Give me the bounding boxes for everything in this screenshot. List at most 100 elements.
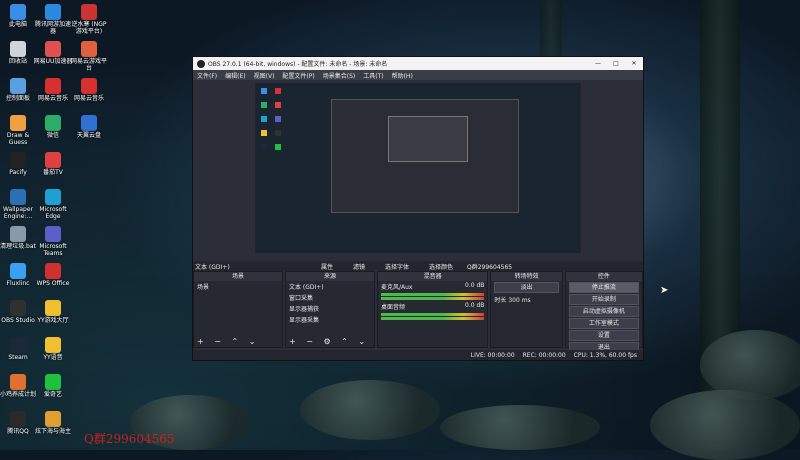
volume-meter	[380, 293, 485, 296]
source-controls[interactable]: + − ⚙ ⌃ ⌄	[289, 337, 369, 346]
desktop-icon[interactable]: 网易云游戏平台	[69, 41, 109, 72]
rock	[440, 405, 600, 450]
maximize-icon[interactable]: □	[607, 60, 625, 67]
desktop-icon[interactable]: 天翼云盘	[69, 115, 109, 139]
obs-preview[interactable]	[255, 83, 581, 253]
app-icon	[10, 41, 26, 57]
volume-meter	[380, 317, 485, 320]
app-icon	[10, 300, 26, 316]
obs-titlebar[interactable]: OBS 27.0.1 (64-bit, windows) - 配置文件: 未命名…	[193, 57, 643, 70]
menu-item[interactable]: 配置文件(P)	[282, 71, 314, 80]
transition-select[interactable]: 淡出	[494, 282, 559, 293]
menu-item[interactable]: 工具(T)	[363, 71, 383, 80]
app-icon	[10, 411, 26, 427]
desktop-icon[interactable]: YY语音	[33, 337, 73, 361]
desktop-icon[interactable]: 网易云音乐	[69, 78, 109, 102]
qq-group-watermark: Q群299604565	[84, 432, 175, 446]
source-toolbar: 文本 (GDI+) 属性 滤镜 选择字体 选择颜色 Q群299604565	[193, 261, 643, 271]
scenes-title: 场景	[194, 272, 282, 281]
preview-desktop-icons	[257, 85, 293, 155]
filters-button[interactable]: 滤镜	[353, 262, 365, 271]
transitions-title: 转场特效	[491, 272, 562, 281]
app-icon	[45, 4, 61, 20]
desktop-icon[interactable]: 爱奇艺	[33, 374, 73, 398]
mixer-title: 混音器	[377, 272, 488, 281]
settings-button[interactable]: 设置	[568, 330, 640, 341]
close-icon[interactable]: ✕	[625, 60, 643, 67]
minimize-icon[interactable]: —	[589, 60, 607, 67]
desktop-icon[interactable]: YY游戏大厅	[33, 300, 73, 324]
app-icon	[45, 226, 61, 242]
menu-item[interactable]: 编辑(E)	[225, 71, 245, 80]
desktop-icon-label: 微信	[46, 132, 59, 139]
desktop-icon[interactable]: Microsoft Teams	[33, 226, 73, 257]
desktop-icon[interactable]: WPS Office	[33, 263, 73, 287]
desktop-icon-label: 网易UU加速器	[33, 58, 73, 65]
desktop-icon[interactable]: Microsoft Edge	[33, 189, 73, 220]
app-icon	[45, 300, 61, 316]
source-item[interactable]: 文本 (GDI+)	[286, 281, 374, 292]
sources-title: 来源	[285, 272, 374, 281]
app-icon	[45, 78, 61, 94]
desktop-icon-label: Microsoft Edge	[39, 206, 67, 220]
desktop-icon-label: WPS Office	[36, 280, 70, 287]
duration-label: 时长	[494, 297, 507, 304]
studio-mode-button[interactable]: 工作室模式	[568, 318, 640, 329]
controls-dock: 控件 停止推流 开始录制 启动虚拟摄像机 工作室模式 设置 退出	[564, 271, 644, 353]
scene-controls[interactable]: + − ⌃ ⌄	[197, 337, 259, 346]
source-item[interactable]: 显示器采集	[286, 314, 374, 325]
desktop-icon[interactable]: 网易UU加速器	[33, 41, 73, 65]
desktop-icon-label: 网易云音乐	[37, 95, 68, 102]
start-recording-button[interactable]: 开始录制	[568, 294, 640, 305]
desktop-icon-label: 逆水寒 (NGP游戏平台)	[71, 21, 107, 35]
status-bar: LIVE: 00:00:00 REC: 00:00:00 CPU: 1.3%, …	[193, 350, 643, 360]
obs-logo-icon	[197, 59, 205, 68]
app-icon	[10, 374, 26, 390]
virtual-camera-button[interactable]: 启动虚拟摄像机	[568, 306, 640, 317]
duration-value[interactable]: 300 ms	[508, 297, 530, 304]
desktop-icon[interactable]: 番茄TV	[33, 152, 73, 176]
desktop-icon-label: 爱奇艺	[43, 391, 62, 398]
desktop-icon-label: 腾讯网游加速器	[34, 21, 71, 35]
desktop-icon-label: 网易云音乐	[73, 95, 104, 102]
menu-item[interactable]: 文件(F)	[197, 71, 217, 80]
desktop-icon-label: YY游戏大厅	[37, 317, 69, 324]
controls-title: 控件	[565, 272, 643, 281]
preview-nested-obs-2	[388, 116, 468, 162]
source-item[interactable]: 显示器捕获	[286, 303, 374, 314]
desktop-icon[interactable]: 逆水寒 (NGP游戏平台)	[69, 4, 109, 35]
channel-db: 0.0 dB	[465, 282, 485, 289]
app-icon	[10, 115, 26, 131]
desktop-icon[interactable]: 微信	[33, 115, 73, 139]
properties-button[interactable]: 属性	[321, 262, 333, 271]
menu-item[interactable]: 帮助(H)	[392, 71, 413, 80]
obs-window: OBS 27.0.1 (64-bit, windows) - 配置文件: 未命名…	[192, 56, 644, 361]
rec-time: REC: 00:00:00	[522, 351, 566, 359]
menu-item[interactable]: 视图(V)	[254, 71, 275, 80]
app-icon	[10, 152, 26, 168]
app-icon	[45, 115, 61, 131]
live-time: LIVE: 00:00:00	[470, 351, 515, 359]
app-icon	[10, 226, 26, 242]
select-font-button[interactable]: 选择字体	[385, 262, 409, 271]
obs-menubar: 文件(F) 编辑(E) 视图(V) 配置文件(P) 场景集合(S) 工具(T) 帮助(H)	[193, 70, 643, 80]
desktop-icon-label: Microsoft Teams	[39, 243, 67, 257]
mixer-channel: 桌面音频 0.0 dB	[378, 301, 487, 312]
scene-item[interactable]: 场景	[194, 281, 282, 292]
app-icon	[45, 374, 61, 390]
select-color-button[interactable]: 选择颜色	[429, 262, 453, 271]
desktop-icon[interactable]: 腾讯网游加速器	[33, 4, 73, 35]
menu-item[interactable]: 场景集合(S)	[323, 71, 356, 80]
obs-docks: 场景 场景 + − ⌃ ⌄ 来源 文本 (GDI+) 窗口采集 显示器捕获 显示…	[193, 271, 644, 353]
source-item[interactable]: 窗口采集	[286, 292, 374, 303]
channel-name: 桌面音频	[380, 304, 405, 311]
app-icon	[10, 263, 26, 279]
desktop-icon-label: 炫下海与海主	[34, 428, 71, 435]
desktop-icon[interactable]: 炫下海与海主	[33, 411, 73, 435]
volume-meter	[380, 297, 485, 300]
desktop-icon-label: 天翼云盘	[76, 132, 101, 139]
stop-streaming-button[interactable]: 停止推流	[568, 282, 640, 293]
app-icon	[45, 263, 61, 279]
app-icon	[45, 411, 61, 427]
desktop-icon[interactable]: 网易云音乐	[33, 78, 73, 102]
